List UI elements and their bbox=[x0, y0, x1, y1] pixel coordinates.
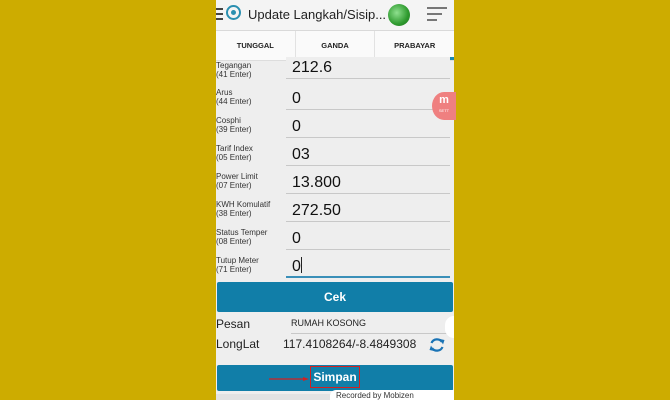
tarif-index-input[interactable]: 03 bbox=[286, 144, 450, 166]
simpan-button[interactable]: Simpan bbox=[217, 365, 453, 391]
page-title: Update Langkah/Sisip... bbox=[248, 7, 387, 22]
field-tegangan: Tegangan (41 Enter) 212.6 bbox=[216, 57, 454, 88]
phone-screen: Update Langkah/Sisip... TUNGGAL GANDA PR… bbox=[216, 0, 454, 400]
text-cursor bbox=[300, 257, 302, 273]
tutup-meter-input[interactable]: 0 bbox=[286, 256, 450, 278]
field-status-temper: Status Temper (08 Enter) 0 bbox=[216, 228, 454, 256]
tab-ganda[interactable]: GANDA bbox=[296, 31, 376, 60]
filter-icon[interactable] bbox=[427, 7, 447, 23]
cosphi-input[interactable]: 0 bbox=[286, 116, 450, 138]
floating-badge[interactable]: m SETT bbox=[432, 92, 456, 120]
field-label: Tutup Meter (71 Enter) bbox=[216, 256, 259, 274]
field-label: Cosphi (39 Enter) bbox=[216, 116, 252, 134]
field-cosphi: Cosphi (39 Enter) 0 bbox=[216, 116, 454, 144]
longlat-label: LongLat bbox=[216, 337, 260, 351]
field-label: Power Limit (07 Enter) bbox=[216, 172, 258, 190]
scroll-handle[interactable] bbox=[445, 316, 454, 338]
field-label: Tarif Index (05 Enter) bbox=[216, 144, 253, 162]
recording-watermark: Recorded by Mobizen bbox=[330, 390, 454, 400]
field-power-limit: Power Limit (07 Enter) 13.800 bbox=[216, 172, 454, 200]
field-tutup-meter: Tutup Meter (71 Enter) 0 bbox=[216, 256, 454, 284]
pesan-label: Pesan bbox=[216, 317, 251, 331]
power-limit-input[interactable]: 13.800 bbox=[286, 172, 450, 194]
kwh-komulatif-input[interactable]: 272.50 bbox=[286, 200, 450, 222]
app-logo-icon bbox=[226, 5, 241, 20]
field-label: Arus (44 Enter) bbox=[216, 88, 252, 106]
field-label: KWH Komulatif (38 Enter) bbox=[216, 200, 271, 218]
refresh-icon[interactable] bbox=[428, 336, 446, 354]
field-kwh-komulatif: KWH Komulatif (38 Enter) 272.50 bbox=[216, 200, 454, 228]
arrow-icon bbox=[269, 377, 309, 381]
app-bar: Update Langkah/Sisip... bbox=[216, 0, 454, 31]
field-arus: Arus (44 Enter) 0 bbox=[216, 88, 454, 116]
pesan-row: Pesan RUMAH KOSONG bbox=[216, 313, 454, 335]
field-tarif-index: Tarif Index (05 Enter) 03 bbox=[216, 144, 454, 172]
menu-icon[interactable] bbox=[216, 8, 224, 20]
tegangan-input[interactable]: 212.6 bbox=[286, 57, 450, 79]
arus-input[interactable]: 0 bbox=[286, 88, 450, 110]
simpan-label: Simpan bbox=[310, 366, 360, 388]
tab-prabayar[interactable]: PRABAYAR bbox=[375, 31, 454, 60]
tab-tunggal[interactable]: TUNGGAL bbox=[216, 31, 296, 60]
pesan-field[interactable]: RUMAH KOSONG bbox=[291, 313, 449, 334]
status-temper-input[interactable]: 0 bbox=[286, 228, 450, 250]
longlat-value: 117.4108264/-8.4849308 bbox=[283, 337, 417, 351]
avatar[interactable] bbox=[388, 4, 410, 26]
longlat-row: LongLat 117.4108264/-8.4849308 bbox=[216, 333, 454, 355]
field-label: Status Temper (08 Enter) bbox=[216, 228, 268, 246]
field-label: Tegangan (41 Enter) bbox=[216, 61, 252, 79]
cek-button[interactable]: Cek bbox=[217, 282, 453, 312]
